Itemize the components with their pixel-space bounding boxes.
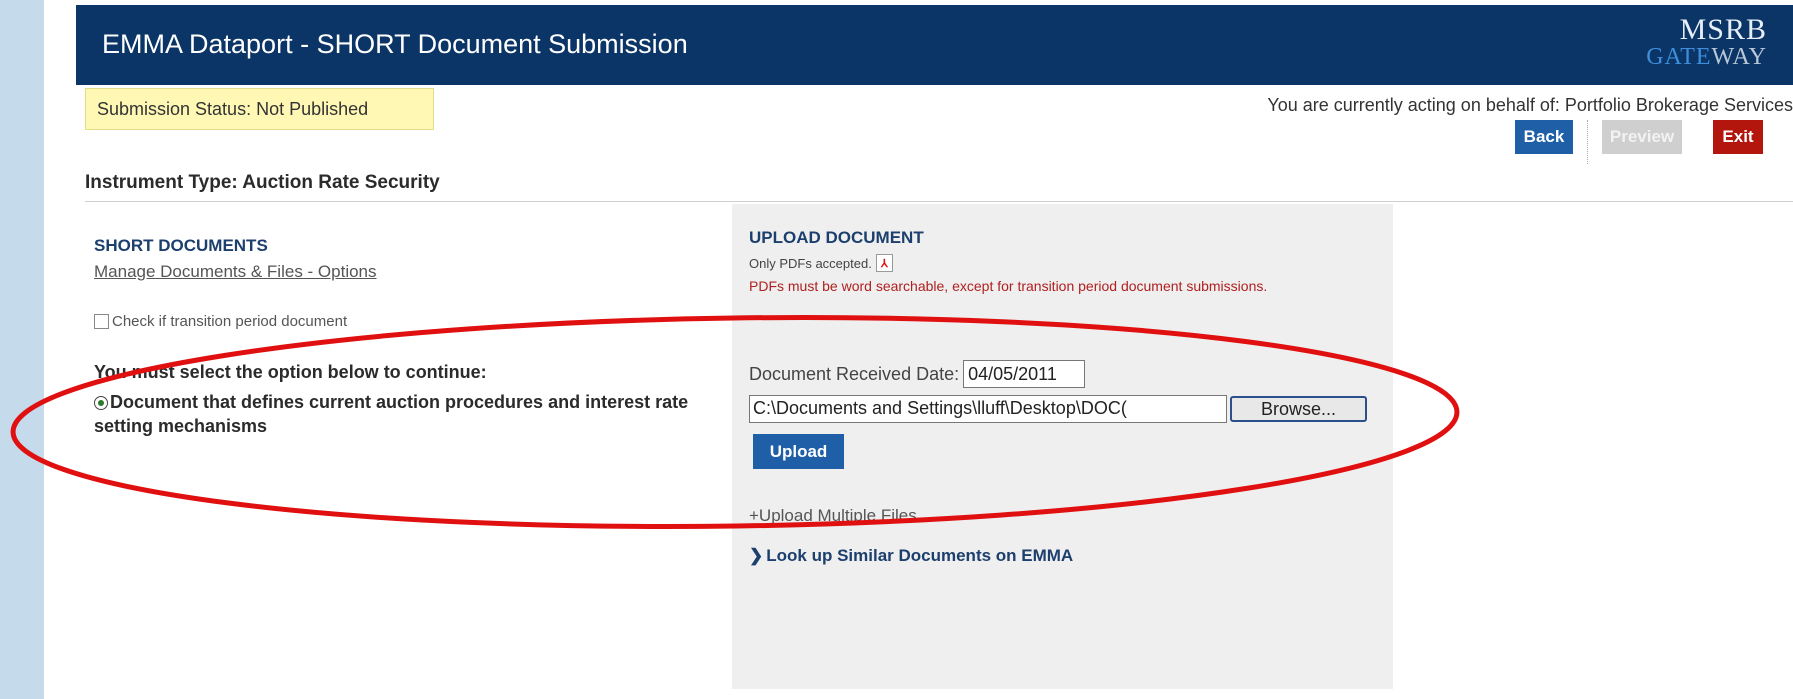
must-select-instruction: You must select the option below to cont… [94,362,487,382]
lookup-link-label: Look up Similar Documents on EMMA [766,546,1074,565]
file-path-input[interactable]: C:\Documents and Settings\lluff\Desktop\… [749,395,1227,423]
page-title: EMMA Dataport - SHORT Document Submissio… [102,29,688,59]
manage-documents-link[interactable]: Manage Documents & Files - Options [94,262,684,282]
document-received-date-row: Document Received Date: [749,360,1086,388]
date-label: Document Received Date: [749,363,960,384]
lookup-similar-documents-link[interactable]: ❯ Look up Similar Documents on EMMA [749,546,1073,566]
button-divider [1587,120,1588,164]
auction-procedures-option[interactable]: Document that defines current auction pr… [94,390,694,438]
option-label: Document that defines current auction pr… [94,392,689,436]
logo-gate: GATE [1646,44,1712,70]
logo-way: WAY [1711,44,1767,70]
option-radio-selected[interactable] [94,396,108,411]
upload-multiple-files-link[interactable]: +Upload Multiple Files [749,506,917,526]
transition-period-checkbox[interactable] [94,314,109,329]
short-documents-section: SHORT DOCUMENTS Manage Documents & Files… [94,236,684,282]
short-documents-heading: SHORT DOCUMENTS [94,236,268,255]
transition-period-checkbox-row[interactable]: Check if transition period document [94,313,347,330]
transition-period-label: Check if transition period document [112,313,348,330]
upload-button[interactable]: Upload [753,434,844,469]
logo-line-1: MSRB [1679,13,1767,46]
pdf-searchable-note: PDFs must be word searchable, except for… [749,278,1268,294]
submission-status-badge: Submission Status: Not Published [85,88,434,130]
file-picker-row: C:\Documents and Settings\lluff\Desktop\… [749,395,1367,423]
instrument-type-heading: Instrument Type: Auction Rate Security [85,172,440,193]
only-pdfs-row: Only PDFs accepted. ⅄ [749,254,1379,272]
exit-button[interactable]: Exit [1713,120,1763,154]
document-received-date-field[interactable] [963,360,1086,388]
preview-button[interactable]: Preview [1602,120,1682,154]
left-margin-strip [0,0,44,699]
pdf-icon: ⅄ [875,254,893,272]
upload-document-section: UPLOAD DOCUMENT Only PDFs accepted. ⅄ PD… [749,228,1379,296]
page: EMMA Dataport - SHORT Document Submissio… [76,0,1793,699]
section-divider [85,201,1793,202]
msrb-gateway-logo: MSRB GATEWAY [1646,13,1767,70]
chevron-right-icon: ❯ [749,546,764,565]
only-pdfs-text: Only PDFs accepted. [749,255,872,271]
acting-on-behalf-text: You are currently acting on behalf of: P… [1267,95,1793,115]
back-button[interactable]: Back [1515,120,1573,154]
logo-line-2: GATEWAY [1646,45,1767,69]
upload-document-heading: UPLOAD DOCUMENT [749,228,924,247]
browse-button[interactable]: Browse... [1230,396,1367,422]
header-bar: EMMA Dataport - SHORT Document Submissio… [76,5,1793,85]
